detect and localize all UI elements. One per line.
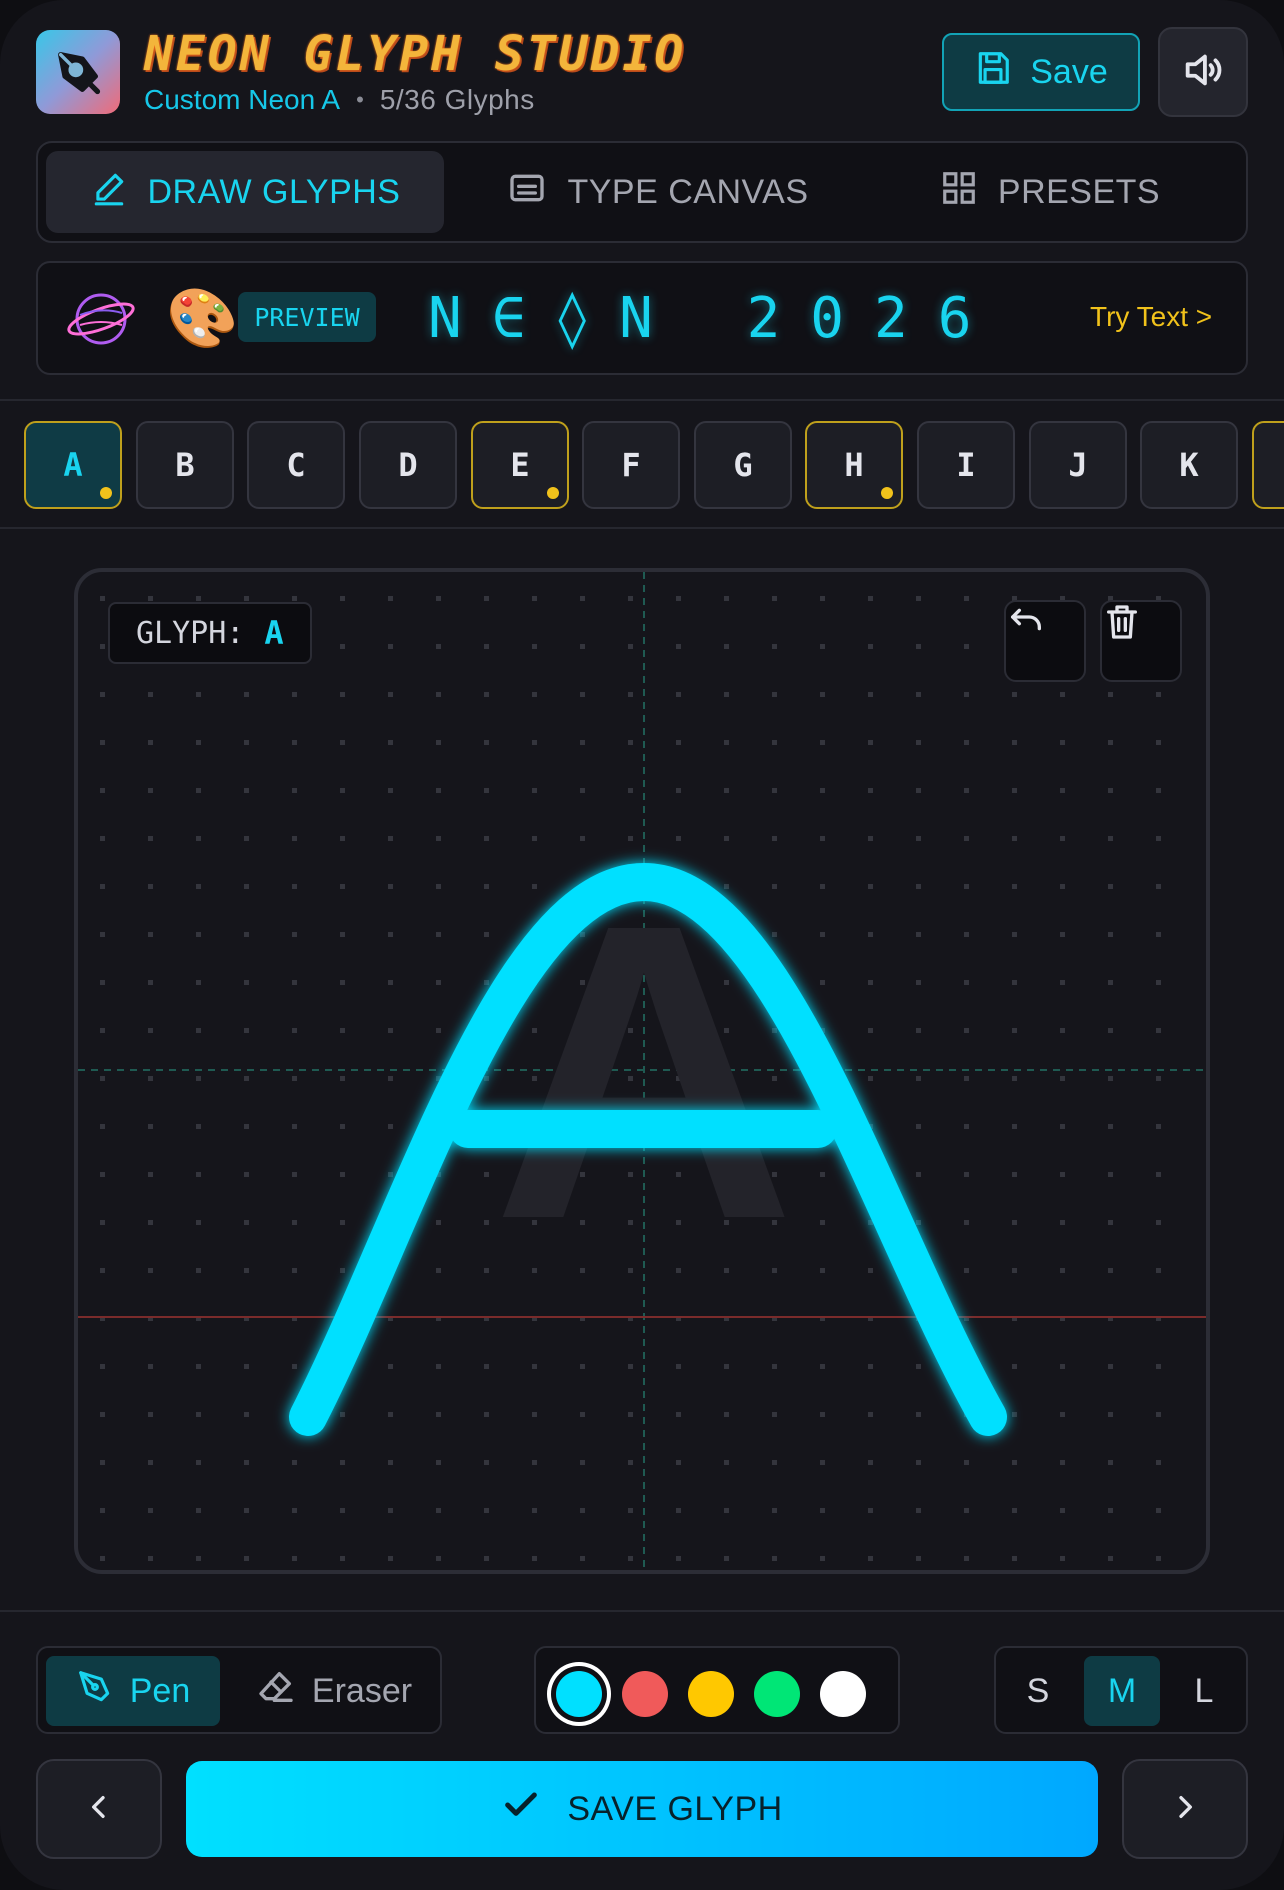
sound-toggle-button[interactable] bbox=[1158, 27, 1248, 117]
glyph-count: 5/36 Glyphs bbox=[379, 84, 535, 115]
pen-tool-icon bbox=[76, 1668, 114, 1715]
pencil-icon bbox=[90, 169, 128, 216]
eraser-tool-label: Eraser bbox=[311, 1671, 413, 1710]
tab-draw-glyphs[interactable]: DRAW GLYPHS bbox=[46, 151, 444, 233]
floppy-disk-icon bbox=[974, 49, 1012, 96]
glyph-key-b[interactable]: B bbox=[136, 421, 234, 509]
save-button[interactable]: Save bbox=[942, 33, 1140, 111]
completed-dot bbox=[547, 487, 559, 499]
color-palette bbox=[534, 1646, 900, 1734]
save-glyph-label: SAVE GLYPH bbox=[567, 1789, 783, 1828]
glyph-key-label: K bbox=[1179, 446, 1199, 484]
palette-emoji: 🎨 bbox=[166, 284, 239, 352]
mode-tabs: DRAW GLYPHS TYPE CANVAS PRESETS bbox=[36, 141, 1248, 243]
glyph-key-label: F bbox=[621, 446, 641, 484]
tab-label: DRAW GLYPHS bbox=[147, 172, 401, 211]
completed-dot bbox=[100, 487, 112, 499]
color-swatch-yellow[interactable] bbox=[688, 1671, 734, 1717]
glyph-key-a[interactable]: A bbox=[24, 421, 122, 509]
chevron-left-icon bbox=[83, 1791, 115, 1828]
glyph-key-label: I bbox=[956, 446, 976, 484]
glyph-key-partial[interactable] bbox=[1252, 421, 1284, 509]
glyph-key-label: A bbox=[63, 446, 83, 484]
font-name: Custom Neon A bbox=[144, 84, 341, 115]
size-large-button[interactable]: L bbox=[1166, 1656, 1242, 1726]
glyph-indicator: GLYPH: A bbox=[108, 602, 312, 664]
eraser-tool-button[interactable]: Eraser bbox=[234, 1656, 434, 1726]
glyph-key-d[interactable]: D bbox=[359, 421, 457, 509]
glyph-key-h[interactable]: H bbox=[805, 421, 903, 509]
project-subtitle: Custom Neon A • 5/36 Glyphs bbox=[144, 84, 535, 116]
grid-icon bbox=[940, 169, 978, 216]
color-swatch-red[interactable] bbox=[622, 1671, 668, 1717]
tab-label: PRESETS bbox=[997, 172, 1161, 211]
app-window: NEON GLYPH STUDIO Custom Neon A • 5/36 G… bbox=[0, 0, 1284, 1890]
glyph-key-label: G bbox=[733, 446, 753, 484]
tab-type-canvas[interactable]: TYPE CANVAS bbox=[458, 151, 858, 233]
chevron-right-icon bbox=[1169, 1791, 1201, 1828]
glyph-key-label: E bbox=[510, 446, 530, 484]
size-medium-button[interactable]: M bbox=[1084, 1656, 1160, 1726]
divider bbox=[0, 1610, 1284, 1612]
glyph-key-f[interactable]: F bbox=[582, 421, 680, 509]
glyph-key-i[interactable]: I bbox=[917, 421, 1015, 509]
checkmark-icon bbox=[501, 1785, 541, 1834]
current-glyph: A bbox=[264, 614, 284, 652]
drawing-canvas[interactable]: A GLYPH: A bbox=[74, 568, 1210, 1574]
tab-label: TYPE CANVAS bbox=[567, 172, 809, 211]
save-button-label: Save bbox=[1030, 52, 1108, 91]
color-swatch-white[interactable] bbox=[820, 1671, 866, 1717]
divider bbox=[0, 527, 1284, 529]
glyph-key-c[interactable]: C bbox=[247, 421, 345, 509]
completed-dot bbox=[881, 487, 893, 499]
glyph-key-label: C bbox=[286, 446, 306, 484]
canvas-surface[interactable]: A bbox=[78, 572, 1206, 1570]
tool-selector: Pen Eraser bbox=[36, 1646, 442, 1734]
glyph-key-g[interactable]: G bbox=[694, 421, 792, 509]
preview-bar: 🎨 PREVIEW N∈◊N 2026 Try Text > bbox=[36, 261, 1248, 375]
glyph-key-label: D bbox=[398, 446, 418, 484]
divider bbox=[0, 399, 1284, 401]
glyph-key-label: J bbox=[1068, 446, 1088, 484]
preview-badge: PREVIEW bbox=[238, 292, 376, 342]
pen-tool-label: Pen bbox=[129, 1671, 191, 1710]
ghost-letter: A bbox=[492, 838, 795, 1307]
try-text-link[interactable]: Try Text > bbox=[1090, 301, 1212, 333]
size-small-button[interactable]: S bbox=[1000, 1656, 1076, 1726]
planet-icon bbox=[66, 285, 136, 358]
next-glyph-button[interactable] bbox=[1122, 1759, 1248, 1859]
tab-presets[interactable]: PRESETS bbox=[858, 151, 1242, 233]
preview-text: N∈◊N 2026 bbox=[428, 285, 1002, 351]
clear-button[interactable] bbox=[1100, 600, 1182, 682]
color-swatch-cyan[interactable] bbox=[556, 1671, 602, 1717]
previous-glyph-button[interactable] bbox=[36, 1759, 162, 1859]
subtitle-separator: • bbox=[356, 87, 364, 112]
glyph-key-j[interactable]: J bbox=[1029, 421, 1127, 509]
brush-size-selector: S M L bbox=[994, 1646, 1248, 1734]
save-glyph-button[interactable]: SAVE GLYPH bbox=[186, 1761, 1098, 1857]
pen-nib-icon bbox=[36, 30, 120, 114]
glyph-key-k[interactable]: K bbox=[1140, 421, 1238, 509]
color-swatch-green[interactable] bbox=[754, 1671, 800, 1717]
app-title: NEON GLYPH STUDIO bbox=[144, 26, 687, 82]
speaker-icon bbox=[1180, 47, 1226, 98]
glyph-key-label: H bbox=[844, 446, 864, 484]
pen-tool-button[interactable]: Pen bbox=[46, 1656, 220, 1726]
glyph-indicator-label: GLYPH: bbox=[136, 615, 245, 651]
glyph-key-e[interactable]: E bbox=[471, 421, 569, 509]
keyboard-icon bbox=[507, 168, 547, 217]
eraser-icon bbox=[256, 1667, 296, 1716]
undo-button[interactable] bbox=[1004, 600, 1086, 682]
glyph-key-label: B bbox=[175, 446, 195, 484]
